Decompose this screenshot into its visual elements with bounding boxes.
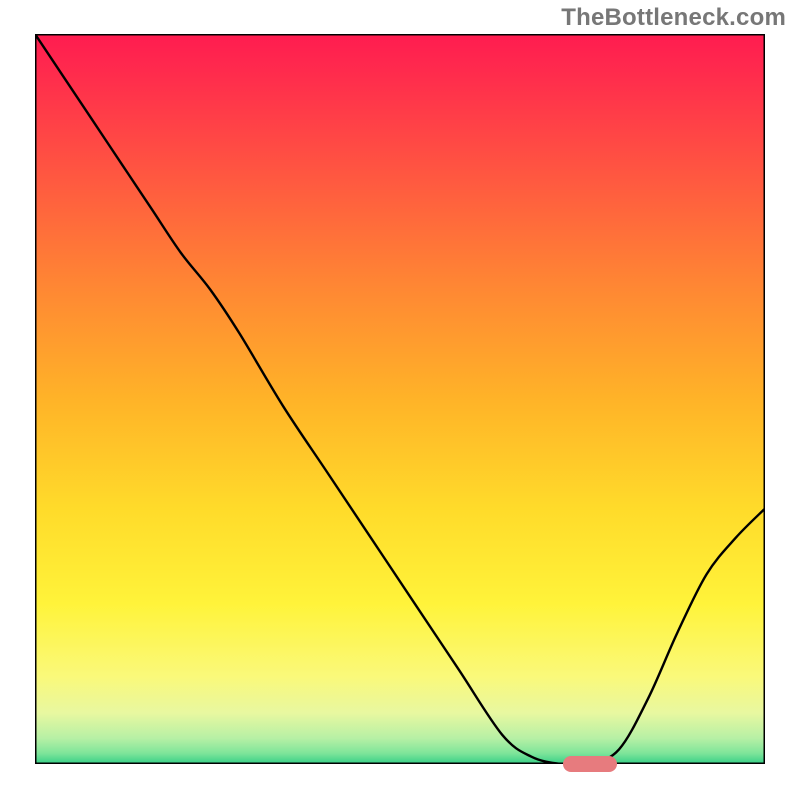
chart-stage: TheBottleneck.com xyxy=(0,0,800,800)
gradient-fill xyxy=(35,34,765,764)
chart-svg xyxy=(35,34,765,764)
watermark-text: TheBottleneck.com xyxy=(561,4,786,32)
plot-area xyxy=(35,34,765,764)
